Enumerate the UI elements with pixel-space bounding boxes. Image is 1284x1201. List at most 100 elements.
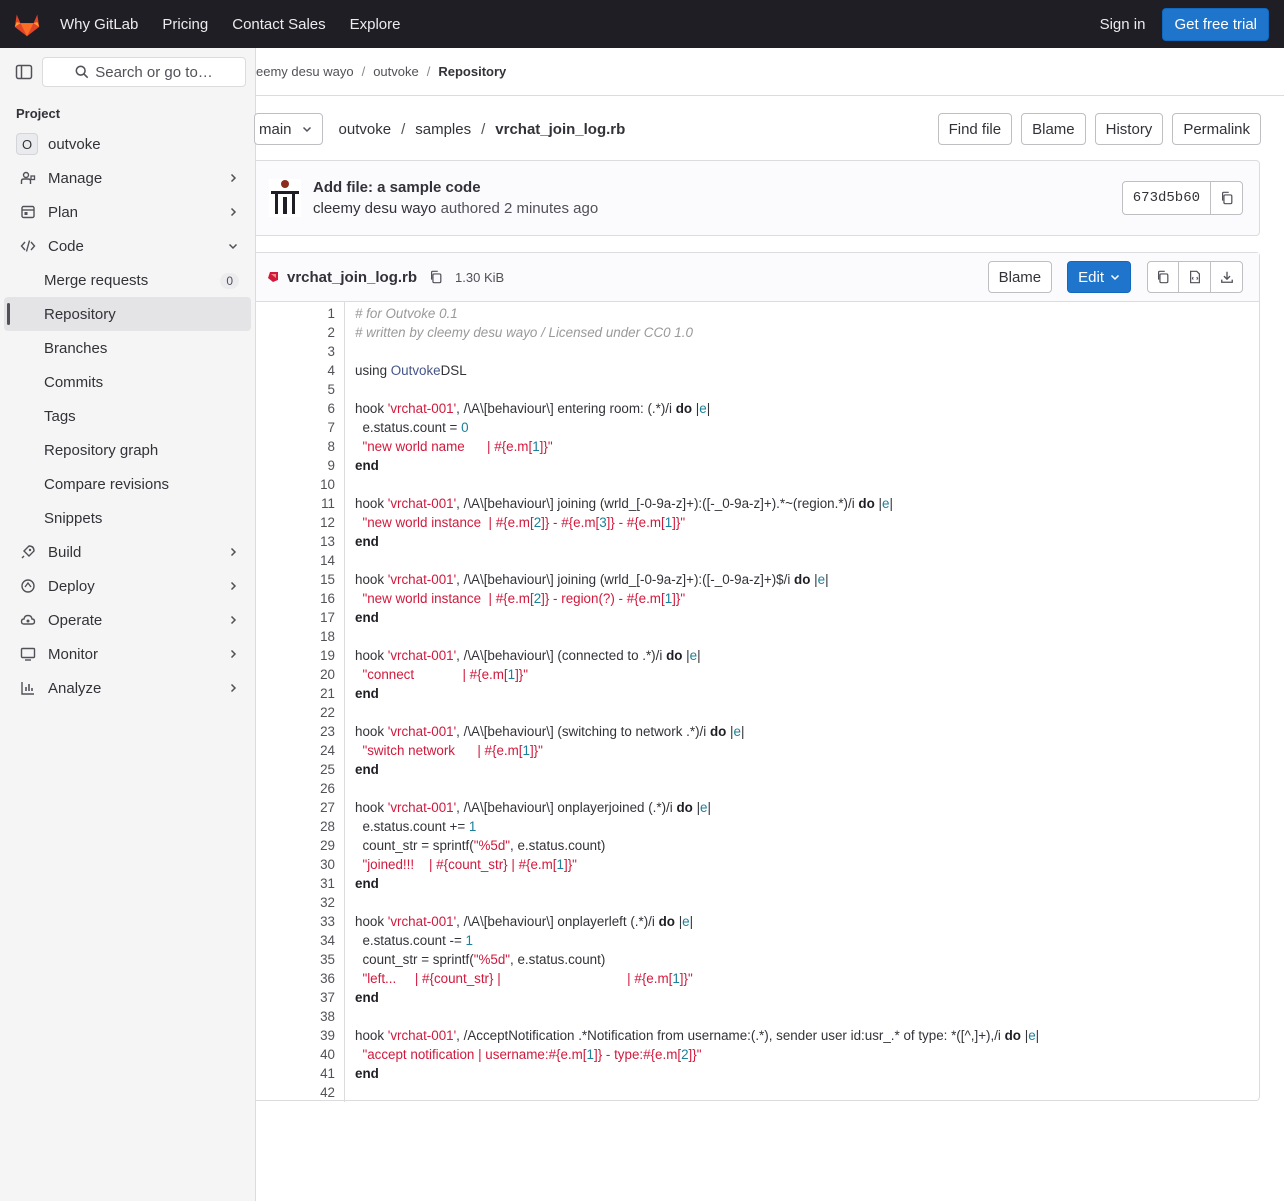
code-token: , e.status.count)	[510, 952, 606, 967]
author-avatar[interactable]	[269, 179, 301, 217]
code-line: hook 'vrchat-001', /\A\[behaviour\] onpl…	[355, 798, 1039, 817]
permalink-button[interactable]: Permalink	[1172, 113, 1261, 145]
breadcrumb-current[interactable]: Repository	[438, 64, 506, 79]
sidebar-item-monitor[interactable]: Monitor	[4, 637, 251, 671]
line-number[interactable]: 6	[256, 399, 335, 418]
code-line: end	[355, 1064, 1039, 1083]
blame-button[interactable]: Blame	[1021, 113, 1086, 145]
line-number[interactable]: 19	[256, 646, 335, 665]
line-number[interactable]: 22	[256, 703, 335, 722]
nav-link-pricing[interactable]: Pricing	[162, 16, 208, 33]
line-number[interactable]: 28	[256, 817, 335, 836]
line-number[interactable]: 23	[256, 722, 335, 741]
line-number[interactable]: 7	[256, 418, 335, 437]
code-token: 1	[532, 439, 540, 454]
sign-in-link[interactable]: Sign in	[1100, 16, 1146, 33]
copy-sha-button[interactable]	[1211, 181, 1243, 215]
line-number[interactable]: 13	[256, 532, 335, 551]
chevron-right-icon	[227, 579, 239, 596]
line-number[interactable]: 25	[256, 760, 335, 779]
sidebar-subitem-repository-graph[interactable]: Repository graph	[4, 433, 251, 467]
line-number[interactable]: 33	[256, 912, 335, 931]
line-number[interactable]: 30	[256, 855, 335, 874]
copy-contents-button[interactable]	[1147, 261, 1179, 293]
line-number[interactable]: 17	[256, 608, 335, 627]
line-number[interactable]: 37	[256, 988, 335, 1007]
open-raw-button[interactable]	[1179, 261, 1211, 293]
line-number[interactable]: 2	[256, 323, 335, 342]
copy-path-icon[interactable]	[429, 270, 443, 284]
breadcrumb-project[interactable]: outvoke	[373, 64, 419, 79]
line-number[interactable]: 34	[256, 931, 335, 950]
line-number[interactable]: 14	[256, 551, 335, 570]
sidebar-item-operate[interactable]: Operate	[4, 603, 251, 637]
commit-sha[interactable]: 673d5b60	[1121, 181, 1211, 215]
line-number[interactable]: 35	[256, 950, 335, 969]
breadcrumb-user[interactable]: eemy desu wayo	[256, 64, 354, 79]
nav-link-contact-sales[interactable]: Contact Sales	[232, 16, 325, 33]
line-number[interactable]: 41	[256, 1064, 335, 1083]
sidebar-item-deploy[interactable]: Deploy	[4, 569, 251, 603]
sidebar-item-manage[interactable]: Manage	[4, 161, 251, 195]
commit-title[interactable]: Add file: a sample code	[313, 179, 598, 196]
line-number[interactable]: 16	[256, 589, 335, 608]
sidebar-item-code[interactable]: Code	[4, 229, 251, 263]
line-number[interactable]: 5	[256, 380, 335, 399]
branch-selector[interactable]: main	[254, 113, 323, 145]
blob-blame-button[interactable]: Blame	[987, 261, 1053, 293]
line-number[interactable]: 10	[256, 475, 335, 494]
sidebar-subitem-compare-revisions[interactable]: Compare revisions	[4, 467, 251, 501]
line-number[interactable]: 21	[256, 684, 335, 703]
line-number[interactable]: 40	[256, 1045, 335, 1064]
line-number[interactable]: 24	[256, 741, 335, 760]
line-number[interactable]: 8	[256, 437, 335, 456]
path-segment-project[interactable]: outvoke	[339, 121, 392, 138]
line-number[interactable]: 20	[256, 665, 335, 684]
line-number[interactable]: 3	[256, 342, 335, 361]
line-number[interactable]: 26	[256, 779, 335, 798]
search-button[interactable]: Search or go to…	[42, 57, 246, 87]
line-number[interactable]: 4	[256, 361, 335, 380]
line-number[interactable]: 36	[256, 969, 335, 988]
code-token: e.status.count +=	[355, 819, 469, 834]
line-number[interactable]: 32	[256, 893, 335, 912]
download-button[interactable]	[1211, 261, 1243, 293]
download-icon	[1220, 271, 1233, 283]
line-number[interactable]: 31	[256, 874, 335, 893]
sidebar-subitem-tags[interactable]: Tags	[4, 399, 251, 433]
line-number[interactable]: 1	[256, 304, 335, 323]
code-token: end	[355, 762, 379, 777]
commit-author[interactable]: cleemy desu wayo	[313, 200, 436, 217]
line-number[interactable]: 18	[256, 627, 335, 646]
nav-link-explore[interactable]: Explore	[350, 16, 401, 33]
line-number[interactable]: 42	[256, 1083, 335, 1102]
gitlab-logo-icon[interactable]	[12, 9, 42, 39]
line-number[interactable]: 27	[256, 798, 335, 817]
sidebar-project-link[interactable]: O outvoke	[4, 127, 251, 161]
sidebar-item-build[interactable]: Build	[4, 535, 251, 569]
code-token: , /\A\[behaviour\] joining (wrld_[-0-9a-…	[456, 572, 795, 587]
sidebar-item-plan[interactable]: Plan	[4, 195, 251, 229]
line-number[interactable]: 29	[256, 836, 335, 855]
nav-link-why-gitlab[interactable]: Why GitLab	[60, 16, 138, 33]
code-token: , /\A\[behaviour\] (switching to network…	[456, 724, 710, 739]
sidebar-subitem-branches[interactable]: Branches	[4, 331, 251, 365]
sidebar-toggle-icon[interactable]	[14, 62, 34, 82]
line-number[interactable]: 12	[256, 513, 335, 532]
sidebar-subitem-merge-requests[interactable]: Merge requests 0	[4, 263, 251, 297]
sidebar-item-analyze[interactable]: Analyze	[4, 671, 251, 705]
sidebar-subitem-snippets[interactable]: Snippets	[4, 501, 251, 535]
sidebar-subitem-repository[interactable]: Repository	[4, 297, 251, 331]
path-segment-folder[interactable]: samples	[415, 121, 471, 138]
line-number[interactable]: 38	[256, 1007, 335, 1026]
find-file-button[interactable]: Find file	[937, 113, 1013, 145]
sidebar-subitem-commits[interactable]: Commits	[4, 365, 251, 399]
line-number[interactable]: 9	[256, 456, 335, 475]
line-number[interactable]: 11	[256, 494, 335, 513]
line-number[interactable]: 15	[256, 570, 335, 589]
get-free-trial-button[interactable]: Get free trial	[1162, 7, 1269, 41]
edit-button[interactable]: Edit	[1067, 261, 1131, 293]
history-button[interactable]: History	[1094, 113, 1164, 145]
line-number[interactable]: 39	[256, 1026, 335, 1045]
